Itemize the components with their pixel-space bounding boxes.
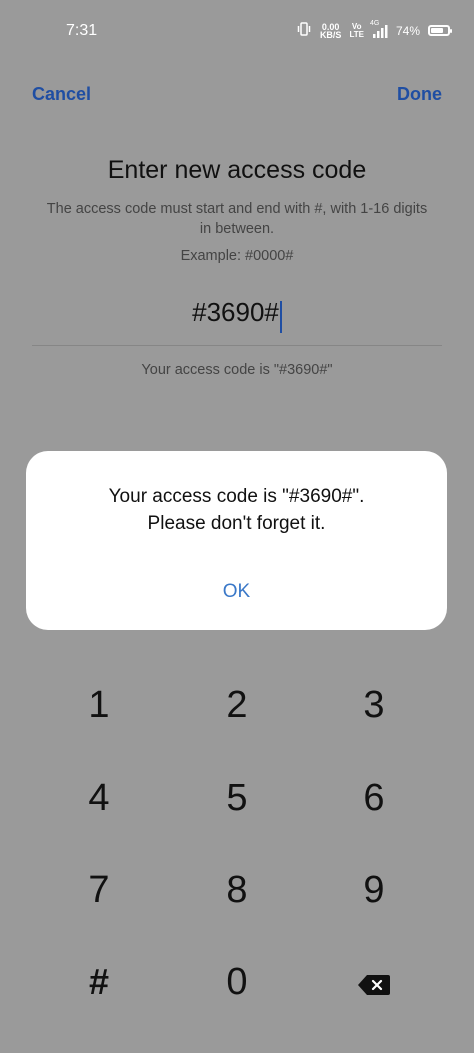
dialog-message-line2: Please don't forget it. bbox=[147, 513, 326, 534]
key-1[interactable]: 1 bbox=[24, 665, 174, 745]
volte-indicator: Vo LTE bbox=[349, 22, 364, 39]
signal-icon: 4G bbox=[370, 20, 388, 38]
vibrate-icon bbox=[296, 22, 312, 39]
key-3[interactable]: 3 bbox=[299, 665, 449, 745]
page-title: Enter new access code bbox=[107, 156, 367, 184]
signal-label: 4G bbox=[369, 19, 380, 27]
status-time: 7:31 bbox=[66, 22, 98, 39]
text-cursor bbox=[279, 300, 282, 333]
code-rules-description: The access code must start and end with … bbox=[46, 201, 428, 237]
key-hash[interactable]: # bbox=[24, 942, 174, 1022]
backspace-icon bbox=[357, 944, 391, 1024]
dialog-message: Your access code is "#3690#". Please don… bbox=[26, 483, 447, 537]
netspeed-unit: KB/S bbox=[319, 29, 342, 40]
dialog-message-line1: Your access code is "#3690#". bbox=[108, 486, 365, 507]
key-0[interactable]: 0 bbox=[162, 942, 312, 1022]
key-8[interactable]: 8 bbox=[162, 850, 312, 930]
key-2[interactable]: 2 bbox=[162, 665, 312, 745]
status-icons: 0.00 KB/S Vo LTE 4G 74% bbox=[296, 20, 452, 40]
ok-button[interactable]: OK bbox=[26, 581, 447, 603]
battery-percent: 74% bbox=[395, 23, 420, 38]
confirmation-dialog: Your access code is "#3690#". Please don… bbox=[26, 451, 447, 630]
key-6[interactable]: 6 bbox=[299, 758, 449, 838]
cancel-button[interactable]: Cancel bbox=[32, 84, 91, 105]
status-bar: 7:31 0.00 KB/S Vo LTE 4G 74% bbox=[0, 0, 474, 62]
network-speed: 0.00 KB/S bbox=[319, 22, 342, 40]
done-button[interactable]: Done bbox=[397, 84, 442, 105]
battery-fill bbox=[431, 28, 443, 33]
key-4[interactable]: 4 bbox=[24, 758, 174, 838]
key-9[interactable]: 9 bbox=[299, 850, 449, 930]
key-backspace[interactable] bbox=[299, 942, 449, 1022]
access-code-input[interactable]: #3690# bbox=[32, 290, 442, 346]
code-example: Example: #0000# bbox=[180, 248, 294, 264]
volte-bottom: LTE bbox=[349, 29, 364, 39]
key-5[interactable]: 5 bbox=[162, 758, 312, 838]
access-code-value: #3690# bbox=[192, 297, 279, 327]
access-code-hint: Your access code is "#3690#" bbox=[141, 362, 333, 378]
battery-icon bbox=[428, 25, 452, 36]
key-7[interactable]: 7 bbox=[24, 850, 174, 930]
